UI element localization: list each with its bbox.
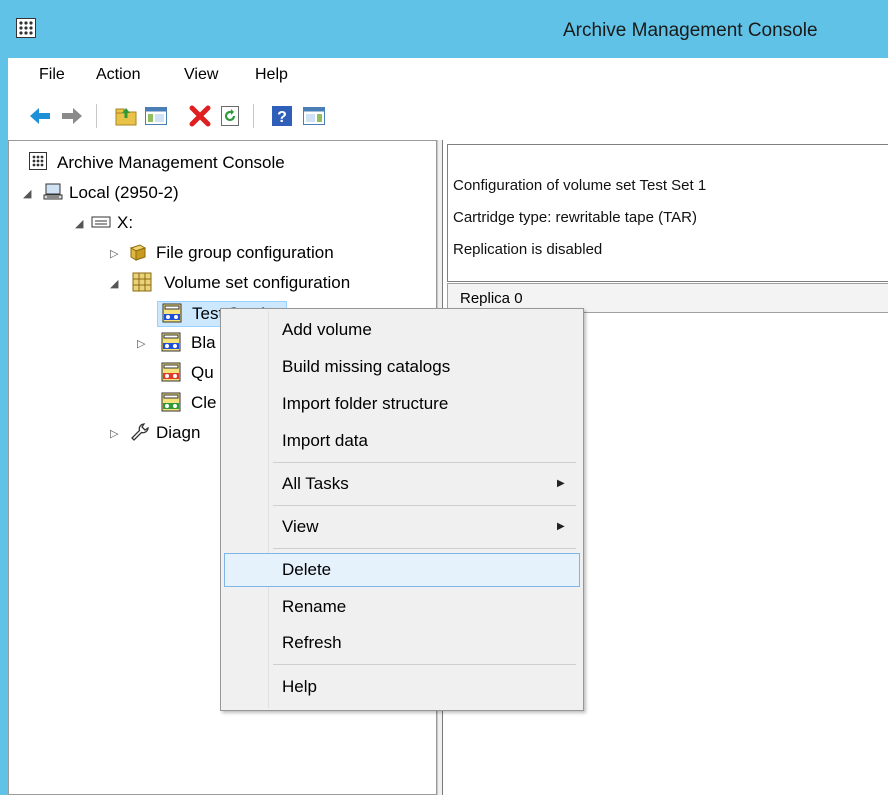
menu-separator <box>273 548 576 549</box>
menu-item-refresh[interactable]: Refresh <box>224 626 580 660</box>
menu-item-delete[interactable]: Delete <box>224 553 580 587</box>
expanded-arrow-icon[interactable]: ◢ <box>75 217 83 230</box>
menu-help[interactable]: Help <box>255 66 288 84</box>
menu-item-build-missing-catalogs[interactable]: Build missing catalogs <box>224 350 580 384</box>
tree-label: Diagn <box>156 423 201 442</box>
expanded-arrow-icon[interactable]: ◢ <box>110 277 118 290</box>
tree-label: Bla <box>191 333 216 352</box>
window-frame <box>0 0 8 795</box>
collapsed-arrow-icon[interactable]: ▷ <box>110 427 118 440</box>
collapsed-arrow-icon[interactable]: ▷ <box>137 337 145 350</box>
toolbar-separator <box>253 104 254 128</box>
submenu-arrow-icon: ▶ <box>557 521 565 532</box>
menu-separator <box>273 664 576 665</box>
tree-label: X: <box>117 213 134 232</box>
forward-arrow-icon[interactable] <box>60 104 84 128</box>
info-line-replication: Replication is disabled <box>453 241 603 258</box>
tree-label: Archive Management Console <box>57 153 285 172</box>
help-icon[interactable]: ? <box>270 104 294 128</box>
menu-separator <box>273 505 576 506</box>
menu-separator <box>273 462 576 463</box>
tree-label: Cle <box>191 393 217 412</box>
menu-view[interactable]: View <box>184 66 218 84</box>
window-title: Archive Management Console <box>563 20 818 41</box>
menu-item-label: Help <box>282 677 317 696</box>
menu-item-all-tasks[interactable]: All Tasks ▶ <box>224 467 580 501</box>
menu-item-help[interactable]: Help <box>224 670 580 704</box>
computer-icon <box>43 182 63 202</box>
menu-bar: File Action View Help <box>8 58 888 93</box>
menu-item-label: All Tasks <box>282 474 349 493</box>
replica-header-label: Replica 0 <box>460 290 523 307</box>
delete-x-icon[interactable] <box>188 104 212 128</box>
menu-item-add-volume[interactable]: Add volume <box>224 313 580 347</box>
wrench-icon <box>130 422 150 442</box>
file-group-icon <box>128 242 148 262</box>
volume-set-icon <box>132 272 152 292</box>
tape-volume-icon <box>161 332 181 352</box>
tree-label: File group configuration <box>156 243 334 262</box>
info-line-configuration: Configuration of volume set Test Set 1 <box>453 177 707 194</box>
menu-item-view[interactable]: View ▶ <box>224 510 580 544</box>
tree-label: Volume set configuration <box>164 273 351 292</box>
menu-file[interactable]: File <box>39 66 65 84</box>
menu-action[interactable]: Action <box>96 66 140 84</box>
menu-item-label: Add volume <box>282 320 372 339</box>
properties-pane-icon[interactable] <box>302 104 326 128</box>
menu-item-rename[interactable]: Rename <box>224 590 580 624</box>
tape-volume-icon <box>162 303 182 323</box>
menu-item-import-folder-structure[interactable]: Import folder structure <box>224 387 580 421</box>
menu-item-label: Rename <box>282 597 347 616</box>
menu-item-label: Refresh <box>282 633 342 652</box>
tree-label: Qu <box>191 363 214 382</box>
info-line-cartridge-type: Cartridge type: rewritable tape (TAR) <box>453 209 697 226</box>
menu-item-label: View <box>282 517 319 536</box>
menu-item-label: Delete <box>282 560 332 579</box>
volume-set-info-box: Configuration of volume set Test Set 1 C… <box>447 144 888 282</box>
console-icon <box>29 152 49 172</box>
toolbar-separator <box>96 104 97 128</box>
tree-label: Local (2950-2) <box>69 183 179 202</box>
svg-text:?: ? <box>277 109 287 126</box>
collapsed-arrow-icon[interactable]: ▷ <box>110 247 118 260</box>
back-arrow-icon[interactable] <box>28 104 52 128</box>
title-bar[interactable]: Archive Management Console <box>0 0 888 58</box>
refresh-icon[interactable] <box>218 104 242 128</box>
drive-icon <box>91 212 111 232</box>
context-menu: Add volume Build missing catalogs Import… <box>220 308 584 711</box>
tape-volume-green-icon <box>161 392 181 412</box>
menu-item-label: Build missing catalogs <box>282 357 451 376</box>
tape-volume-red-icon <box>161 362 181 382</box>
menu-item-label: Import data <box>282 431 368 450</box>
toolbar: ? <box>8 92 888 141</box>
expanded-arrow-icon[interactable]: ◢ <box>23 187 31 200</box>
show-hide-tree-icon[interactable] <box>144 104 168 128</box>
up-folder-icon[interactable] <box>114 104 138 128</box>
menu-item-import-data[interactable]: Import data <box>224 424 580 458</box>
menu-item-label: Import folder structure <box>282 394 449 413</box>
submenu-arrow-icon: ▶ <box>557 478 565 489</box>
app-icon[interactable] <box>16 18 36 38</box>
